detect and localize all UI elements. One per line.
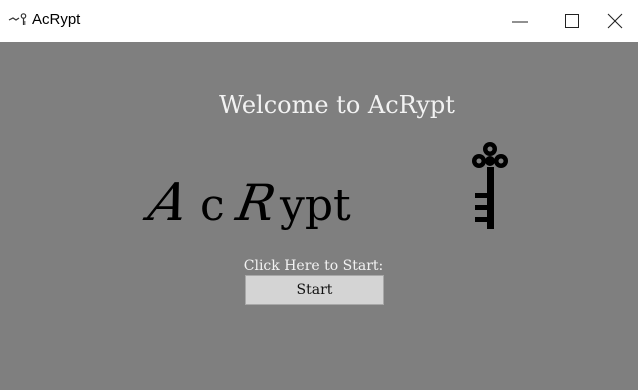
maximize-button[interactable] [549, 0, 595, 42]
key-icon [8, 13, 27, 25]
close-icon [607, 13, 623, 29]
app-logo: A c R ypt [140, 142, 508, 233]
welcome-heading: Welcome to AcRypt [219, 91, 455, 119]
key-icon [472, 142, 508, 229]
minimize-button[interactable] [497, 0, 543, 42]
main-panel: Welcome to AcRypt A c R ypt Click Here t… [0, 42, 638, 390]
maximize-icon [565, 14, 579, 28]
start-button[interactable]: Start [245, 275, 384, 305]
svg-text:ypt: ypt [279, 180, 351, 231]
close-button[interactable] [592, 0, 638, 42]
svg-text:R: R [231, 173, 280, 232]
minimize-icon [512, 21, 528, 23]
window-title: AcRypt [32, 11, 81, 28]
svg-text:c: c [200, 180, 225, 231]
start-caption: Click Here to Start: [243, 258, 384, 274]
title-bar[interactable]: AcRypt [0, 0, 638, 42]
svg-text:A: A [140, 173, 194, 233]
app-window: AcRypt Welcome to AcRypt A c R ypt Click… [0, 0, 638, 390]
